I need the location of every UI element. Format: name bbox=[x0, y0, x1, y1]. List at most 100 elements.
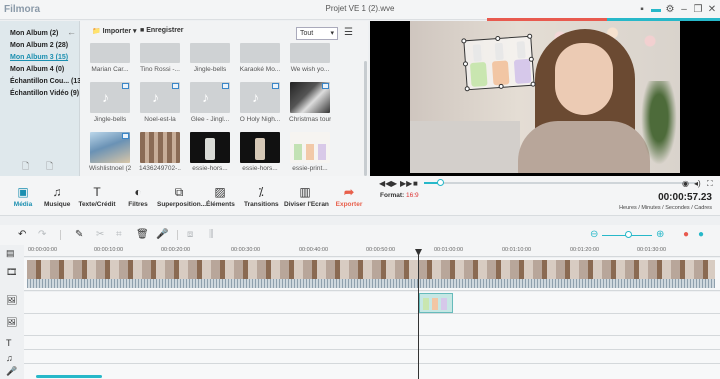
fullscreen-icon[interactable]: ⛶ bbox=[707, 179, 713, 189]
album-item[interactable]: Mon Album 3 (15) bbox=[10, 54, 68, 61]
album-item[interactable]: Mon Album (2) bbox=[10, 30, 58, 37]
resize-handle[interactable] bbox=[464, 86, 470, 92]
stop-icon[interactable]: ■ bbox=[413, 179, 418, 188]
tick-label: 00:01:10:00 bbox=[502, 247, 532, 253]
media-thumb[interactable] bbox=[140, 132, 180, 163]
media-thumb[interactable] bbox=[90, 132, 130, 163]
collapse-arrow-icon[interactable]: ← bbox=[67, 27, 76, 37]
tab-filters[interactable]: ◐ Filtres bbox=[126, 186, 150, 209]
add-track-icon[interactable]: ● bbox=[698, 229, 704, 240]
overlay-clip[interactable] bbox=[419, 293, 453, 313]
media-label: Noel-est-la bbox=[144, 116, 176, 123]
media-thumb[interactable]: ♪ bbox=[140, 82, 180, 113]
media-thumb[interactable] bbox=[290, 43, 330, 63]
undo-icon[interactable]: ↶ bbox=[18, 229, 26, 240]
settings-icon[interactable]: ⚙ bbox=[664, 4, 676, 16]
media-thumb[interactable]: ♪ bbox=[240, 82, 280, 113]
media-library: 📁 Importer ▾ ■ Enregistrer Tout ▾ ☰ Maria… bbox=[80, 21, 368, 176]
media-thumb[interactable]: ♪ bbox=[190, 82, 230, 113]
media-thumb[interactable] bbox=[90, 43, 130, 63]
tab-split-screen[interactable]: ▥ Diviser l'Ecran bbox=[284, 186, 329, 209]
media-thumb[interactable] bbox=[140, 43, 180, 63]
volume-icon[interactable]: ◂) bbox=[694, 179, 701, 188]
album-item[interactable]: Mon Album 2 (28) bbox=[10, 42, 68, 49]
close-icon[interactable]: ✕ bbox=[706, 4, 718, 16]
timeline-scrollbar[interactable] bbox=[36, 375, 102, 378]
chat-icon[interactable]: ▬ bbox=[650, 4, 662, 16]
zoom-handle[interactable] bbox=[625, 231, 632, 238]
delete-icon[interactable]: 🗑 bbox=[136, 229, 149, 240]
voice-track-icon: 🎤 bbox=[6, 366, 18, 376]
record-button[interactable]: ■ Enregistrer bbox=[140, 27, 184, 34]
media-label: essie-hors... bbox=[192, 165, 228, 172]
music-track-icon: ♫ bbox=[6, 353, 13, 363]
new-folder-icon[interactable]: 🗋 bbox=[22, 159, 29, 175]
tab-elements[interactable]: ▨ Éléments bbox=[206, 186, 235, 209]
voiceover-icon[interactable]: 🎤 bbox=[156, 229, 168, 240]
maximize-icon[interactable]: ❐ bbox=[692, 4, 704, 16]
detach-audio-icon[interactable]: ⧈ bbox=[187, 229, 193, 240]
play-icon[interactable]: ▶ bbox=[391, 179, 397, 188]
media-thumb[interactable] bbox=[240, 132, 280, 163]
resize-handle[interactable] bbox=[462, 61, 469, 67]
zoom-out-icon[interactable]: ⊖ bbox=[590, 229, 598, 240]
video-clip[interactable] bbox=[27, 260, 715, 279]
album-item[interactable]: Échantillon Cou... (13) bbox=[10, 78, 84, 85]
resize-handle[interactable] bbox=[498, 83, 504, 90]
media-thumb[interactable] bbox=[190, 132, 230, 163]
export-button[interactable]: ➦ Exporter bbox=[334, 186, 364, 209]
media-label: Christmas tour bbox=[289, 116, 331, 123]
tab-music[interactable]: ♫ Musique bbox=[44, 186, 70, 209]
media-scrollbar[interactable] bbox=[364, 61, 367, 176]
text-track-icon: T bbox=[6, 338, 12, 348]
tab-transitions[interactable]: ⁒ Transitions bbox=[244, 186, 279, 209]
minimize-icon[interactable]: – bbox=[678, 4, 690, 16]
split-icon[interactable]: ⫼ bbox=[209, 229, 214, 240]
media-thumb[interactable]: ♪ bbox=[90, 82, 130, 113]
tab-media[interactable]: ▣ Média bbox=[11, 186, 35, 209]
save-icon[interactable]: ▪ bbox=[636, 4, 648, 16]
resize-handle[interactable] bbox=[461, 38, 467, 44]
resize-handle[interactable] bbox=[495, 35, 501, 42]
separator bbox=[177, 230, 178, 240]
media-thumb[interactable] bbox=[290, 132, 330, 163]
snapshot-icon[interactable]: ◉ bbox=[682, 179, 689, 188]
album-item[interactable]: Échantillon Vidéo (9) bbox=[10, 90, 79, 97]
import-button[interactable]: 📁 Importer ▾ bbox=[92, 27, 137, 35]
timeline-ruler[interactable]: 00:00:00:00 00:00:10:00 00:00:20:00 00:0… bbox=[24, 245, 720, 257]
overlay-track-2 bbox=[24, 314, 720, 336]
album-item[interactable]: Mon Album 4 (0) bbox=[10, 66, 64, 73]
record-screen-icon[interactable]: ● bbox=[683, 229, 689, 240]
overlay-image-selection[interactable] bbox=[461, 33, 536, 92]
overlay-icon: ⧉ bbox=[174, 185, 184, 199]
track-settings-icon[interactable]: ▤ bbox=[6, 248, 15, 259]
text-icon: T bbox=[93, 185, 101, 199]
format-value[interactable]: 16:9 bbox=[406, 192, 419, 199]
media-thumb[interactable] bbox=[240, 43, 280, 63]
separator bbox=[60, 230, 61, 240]
seek-handle[interactable] bbox=[437, 179, 445, 186]
resize-handle[interactable] bbox=[528, 56, 534, 62]
fast-forward-icon[interactable]: ▶▶ bbox=[400, 179, 412, 188]
redo-icon[interactable]: ↷ bbox=[38, 229, 46, 240]
crop-icon[interactable]: ⌗ bbox=[116, 229, 122, 240]
media-label: essie-print... bbox=[292, 165, 328, 172]
delete-folder-icon[interactable]: 🗋 bbox=[46, 159, 53, 175]
edit-pencil-icon[interactable]: ✎ bbox=[75, 229, 83, 240]
filter-select[interactable]: Tout ▾ bbox=[296, 27, 338, 40]
media-label: Jingle-bells bbox=[193, 66, 227, 73]
media-thumb[interactable] bbox=[190, 43, 230, 63]
tab-overlay[interactable]: ⧉ Superposition... bbox=[157, 185, 207, 209]
tab-label: Superposition... bbox=[157, 201, 207, 208]
record-label: Enregistrer bbox=[146, 27, 184, 34]
tab-text[interactable]: T Texte/Crédit bbox=[78, 185, 116, 209]
media-thumb[interactable] bbox=[290, 82, 330, 113]
zoom-in-icon[interactable]: ⊕ bbox=[656, 229, 664, 240]
playhead[interactable] bbox=[418, 252, 419, 379]
rewind-icon[interactable]: ◀◀ bbox=[379, 179, 391, 188]
seek-bar[interactable] bbox=[424, 179, 696, 186]
divider bbox=[0, 215, 720, 216]
nail-polish-bottle bbox=[491, 42, 510, 86]
cut-icon[interactable]: ✂ bbox=[96, 229, 104, 240]
list-view-icon[interactable]: ☰ bbox=[344, 27, 353, 38]
